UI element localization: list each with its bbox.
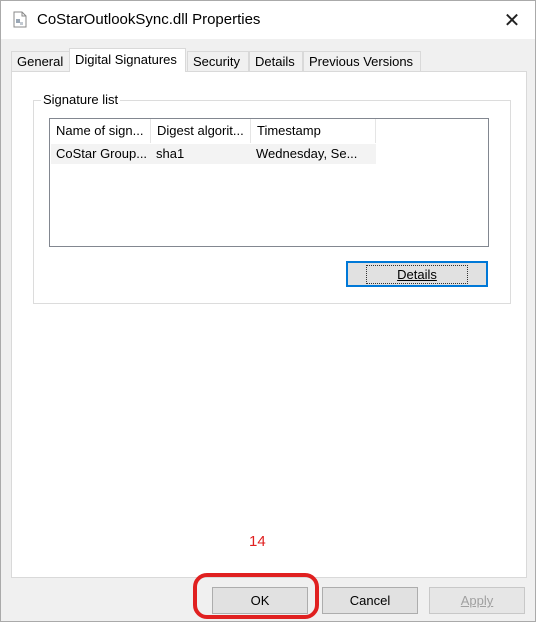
tab-security[interactable]: Security (187, 51, 249, 71)
close-icon: ✕ (503, 9, 521, 32)
cancel-button[interactable]: Cancel (322, 587, 418, 614)
digital-signatures-panel: Signature list Name of sign... Digest al… (11, 71, 527, 578)
row-timestamp-cell: Wednesday, Se... (256, 146, 358, 161)
tab-general[interactable]: General (11, 51, 70, 71)
window-title: CoStarOutlookSync.dll Properties (37, 11, 261, 28)
row-digest-cell: sha1 (156, 146, 185, 161)
ok-button-label: OK (250, 593, 270, 608)
apply-button[interactable]: Apply (429, 587, 525, 614)
cancel-button-label: Cancel (349, 593, 391, 608)
close-button[interactable]: ✕ (489, 1, 535, 39)
details-button[interactable]: Details (346, 261, 488, 287)
column-header-digest[interactable]: Digest algorit... (151, 119, 251, 143)
signature-list-label: Signature list (41, 92, 121, 107)
details-button-label: Details (366, 264, 468, 284)
listview-header: Name of sign... Digest algorit... Timest… (50, 119, 488, 143)
dll-file-icon (13, 11, 27, 28)
row-name-cell: CoStar Group... (56, 146, 148, 161)
tab-details[interactable]: Details (249, 51, 303, 71)
signature-list-group: Signature list Name of sign... Digest al… (33, 92, 511, 304)
tab-digital-signatures[interactable]: Digital Signatures (69, 48, 186, 72)
column-header-name[interactable]: Name of sign... (50, 119, 151, 143)
title-bar: CoStarOutlookSync.dll Properties ✕ (1, 1, 535, 39)
table-row[interactable]: CoStar Group... sha1 Wednesday, Se... (51, 144, 376, 164)
apply-button-label: Apply (460, 593, 494, 608)
column-header-timestamp[interactable]: Timestamp (251, 119, 376, 143)
tab-previous-versions[interactable]: Previous Versions (303, 51, 421, 71)
signature-listview[interactable]: Name of sign... Digest algorit... Timest… (49, 118, 489, 247)
properties-dialog: CoStarOutlookSync.dll Properties ✕ Gener… (0, 0, 536, 622)
ok-button[interactable]: OK (212, 587, 308, 614)
step-annotation: 14 (249, 533, 266, 550)
